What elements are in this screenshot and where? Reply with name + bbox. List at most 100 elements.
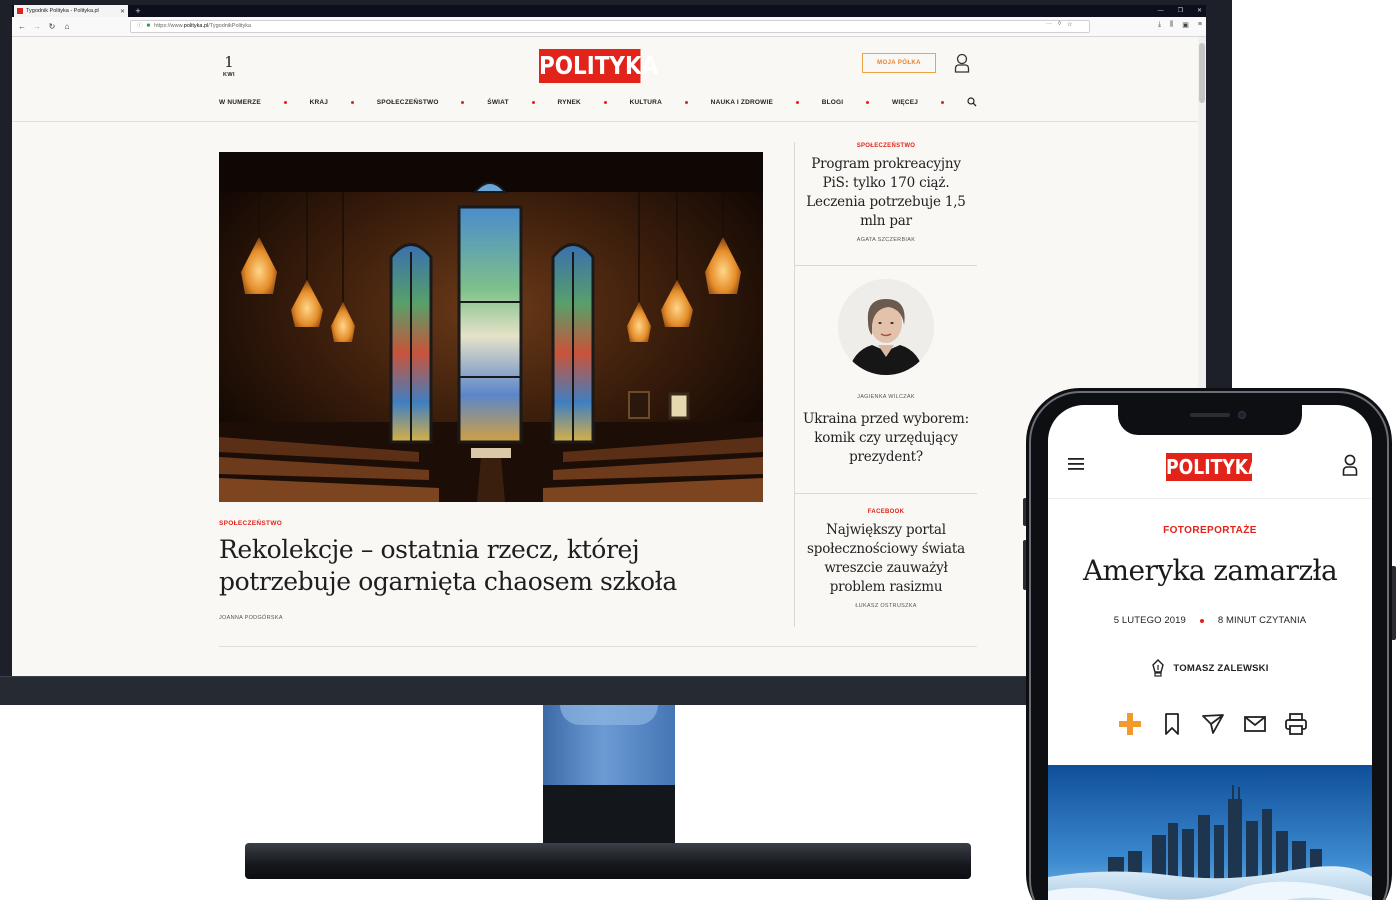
maximize-icon[interactable]: ❐	[1178, 5, 1183, 17]
feature-photo[interactable]	[1048, 765, 1372, 900]
front-camera	[1238, 411, 1246, 419]
website: 1 KWI POLITYKA MOJA PÓŁKA W NUMERZE KRAJ…	[12, 37, 1198, 676]
speaker-grille	[1190, 413, 1230, 417]
side-article-title[interactable]: Program prokreacyjny PiS: tylko 170 ciąż…	[795, 155, 977, 231]
author-name[interactable]: TOMASZ ZALEWSKI	[1173, 663, 1268, 674]
nav-separator	[684, 100, 688, 104]
phone-screen: POLITYKA FOTOREPORTAŻE Ameryka zamarzła …	[1048, 405, 1372, 900]
monitor-base	[245, 843, 971, 879]
mobile-header: POLITYKA	[1048, 443, 1372, 499]
home-icon[interactable]: ⌂	[61, 21, 73, 33]
header-divider	[12, 121, 1198, 122]
monitor-stand-column	[543, 785, 675, 843]
bookmark-icon[interactable]	[1160, 712, 1184, 736]
nav-separator	[603, 100, 607, 104]
mobile-kicker[interactable]: FOTOREPORTAŻE	[1048, 525, 1372, 536]
side-article-kicker[interactable]: SPOŁECZEŃSTWO	[795, 143, 977, 149]
article-author[interactable]: TOMASZ ZALEWSKI	[1048, 659, 1372, 677]
nav-kultura[interactable]: KULTURA	[630, 99, 662, 106]
side-article-author[interactable]: AGATA SZCZERBIAK	[795, 237, 977, 243]
nav-nauka-i-zdrowie[interactable]: NAUKA I ZDROWIE	[711, 99, 773, 106]
mobile-logo[interactable]: POLITYKA	[1166, 453, 1261, 481]
side-divider	[795, 493, 977, 494]
user-icon[interactable]	[1342, 454, 1358, 476]
nav-separator	[866, 100, 870, 104]
library-icon[interactable]: ⫼	[1170, 21, 1173, 29]
lead-headline[interactable]: Rekolekcje – ostatnia rzecz, której potr…	[219, 534, 759, 598]
send-icon[interactable]	[1201, 712, 1225, 736]
nav-separator	[795, 100, 799, 104]
nav-separator	[461, 100, 465, 104]
article-actions	[1118, 711, 1308, 737]
author-portrait[interactable]	[838, 279, 934, 375]
nav-separator	[283, 100, 287, 104]
moja-polka-button[interactable]: MOJA PÓŁKA	[862, 53, 936, 73]
new-tab-button[interactable]: +	[132, 5, 144, 17]
toolbar-right: ⤓ ⫼ ▣ ≡	[1158, 21, 1202, 29]
lead-kicker[interactable]: SPOŁECZEŃSTWO	[219, 520, 282, 527]
nav-kraj[interactable]: KRAJ	[310, 99, 329, 106]
main-navigation: W NUMERZE KRAJ SPOŁECZEŃSTWO ŚWIAT RYNEK…	[219, 95, 977, 109]
user-icon[interactable]	[954, 53, 970, 73]
nav-separator	[350, 100, 354, 104]
nav-separator	[531, 100, 535, 104]
mobile-headline: Ameryka zamarzła	[1082, 554, 1338, 587]
search-icon[interactable]	[967, 97, 977, 107]
reading-time: 8 MINUT CZYTANIA	[1217, 615, 1307, 626]
window-controls: — ❐ ✕	[1158, 5, 1202, 17]
stage: Tygodnik Polityka - Polityka.pl ✕ + — ❐ …	[0, 0, 1400, 900]
info-icon[interactable]: ⓘ	[137, 21, 143, 32]
nav-swiat[interactable]: ŚWIAT	[487, 99, 508, 106]
mail-icon[interactable]	[1243, 712, 1267, 736]
side-article-2[interactable]: JAGIENKA WILCZAK Ukraina przed wyborem: …	[795, 279, 977, 467]
nav-separator	[940, 100, 944, 104]
site-logo[interactable]: POLITYKA	[539, 49, 658, 83]
side-article-title[interactable]: Największy portal społecznościowy świata…	[795, 521, 977, 597]
browser-toolbar: ← → ↻ ⌂ ⓘ ■ https://www.polityka.pl/Tygo…	[12, 17, 1206, 37]
minimize-icon[interactable]: —	[1158, 5, 1164, 17]
issue-date: 1 KWI	[219, 53, 239, 79]
tab-close-icon[interactable]: ✕	[120, 8, 125, 15]
lead-story-image[interactable]	[219, 152, 763, 502]
side-article-author[interactable]: ŁUKASZ OSTRUSZKA	[795, 603, 977, 609]
nav-blogi[interactable]: BLOGI	[822, 99, 844, 106]
back-icon[interactable]: ←	[16, 21, 28, 33]
address-bar[interactable]: ⓘ ■ https://www.polityka.pl/TygodnikPoli…	[130, 20, 1090, 33]
side-divider	[795, 265, 977, 266]
nav-wiecej[interactable]: WIĘCEJ	[892, 99, 918, 106]
more-icon[interactable]: ···	[1046, 21, 1052, 28]
browser-tab[interactable]: Tygodnik Polityka - Polityka.pl ✕	[14, 5, 128, 17]
favicon-icon	[17, 8, 23, 14]
star-icon[interactable]: ☆	[1067, 21, 1072, 28]
menu-icon[interactable]	[1068, 457, 1084, 471]
side-article-title[interactable]: Ukraina przed wyborem: komik czy urzęduj…	[795, 410, 977, 467]
url-prefix: https://www.	[154, 23, 184, 29]
url-path: /TygodnikPolityka	[208, 23, 252, 29]
download-icon[interactable]: ⤓	[1158, 21, 1161, 29]
nav-w-numerze[interactable]: W NUMERZE	[219, 99, 261, 106]
scrollbar-thumb[interactable]	[1199, 43, 1205, 103]
plus-icon[interactable]	[1118, 712, 1142, 736]
hamburger-icon[interactable]: ≡	[1198, 21, 1202, 29]
side-article-3[interactable]: FACEBOOK Największy portal społecznościo…	[795, 509, 977, 609]
side-article-1[interactable]: SPOŁECZEŃSTWO Program prokreacyjny PiS: …	[795, 143, 977, 243]
url-domain: polityka.pl	[183, 23, 209, 29]
tab-bar: Tygodnik Polityka - Polityka.pl ✕ + — ❐ …	[12, 5, 1206, 17]
side-article-kicker[interactable]: FACEBOOK	[795, 509, 977, 515]
forward-icon[interactable]: →	[31, 21, 43, 33]
fountain-pen-icon	[1152, 659, 1165, 677]
date-month: KWI	[223, 72, 235, 78]
lead-author[interactable]: JOANNA PODGÓRSKA	[219, 615, 283, 621]
nav-rynek[interactable]: RYNEK	[557, 99, 581, 106]
monitor-neck-plate	[560, 705, 658, 725]
close-window-icon[interactable]: ✕	[1197, 5, 1202, 17]
side-article-author[interactable]: JAGIENKA WILCZAK	[795, 394, 977, 400]
print-icon[interactable]	[1284, 712, 1308, 736]
sidebar-icon[interactable]: ▣	[1182, 21, 1189, 29]
article-meta: 5 LUTEGO 2019 8 MINUT CZYTANIA	[1048, 615, 1372, 626]
reload-icon[interactable]: ↻	[46, 21, 58, 33]
pocket-icon[interactable]: ◊	[1058, 21, 1061, 28]
nav-spoleczenstwo[interactable]: SPOŁECZEŃSTWO	[377, 99, 439, 106]
date-day: 1	[224, 53, 234, 71]
lock-icon: ■	[146, 23, 151, 29]
